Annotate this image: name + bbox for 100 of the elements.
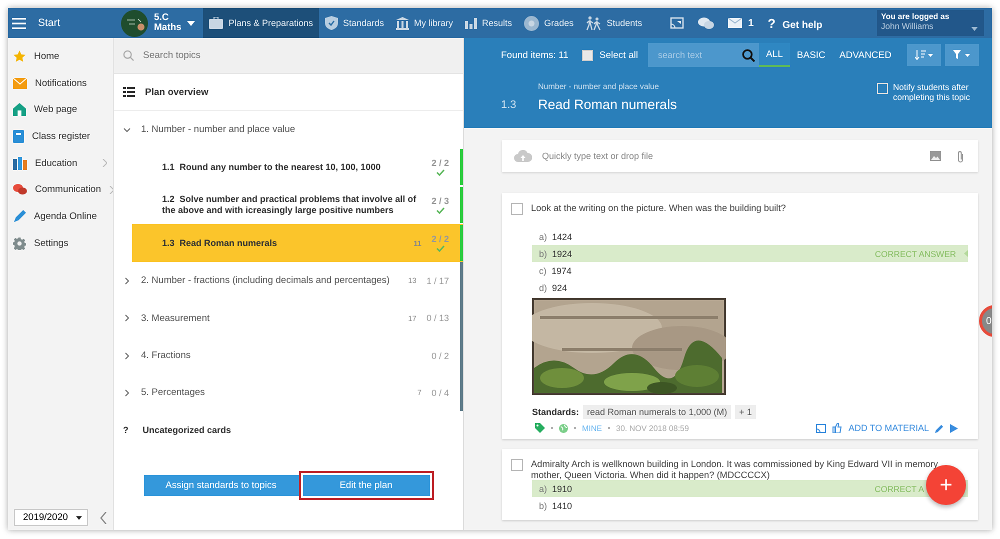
- topic-number: 1.3: [501, 99, 518, 111]
- caret-icon: [76, 516, 82, 520]
- correct-answer-row: b) 1924 CORRECT ANSWER: [532, 245, 968, 262]
- checkbox[interactable]: [511, 203, 523, 215]
- select-all-checkbox[interactable]: Select all: [582, 50, 638, 60]
- sidebar-item[interactable]: Agenda Online: [8, 203, 113, 230]
- filter-button[interactable]: [945, 44, 979, 66]
- subtopic-row[interactable]: 1.2 Solve number and practical problems that involve all of the above and with icreasingly large positive numbers 2 / 3: [132, 186, 463, 224]
- caret-left-icon: [964, 250, 968, 257]
- notify-checkbox[interactable]: Notify students after completing this topic: [877, 82, 979, 102]
- paperclip-icon[interactable]: [957, 150, 964, 162]
- nav-tab[interactable]: Standards: [319, 8, 390, 38]
- side-badge[interactable]: 0: [979, 305, 992, 337]
- checkbox[interactable]: [511, 459, 523, 471]
- gear-icon: [13, 236, 26, 250]
- sort-button[interactable]: [907, 44, 941, 66]
- topic-title: 2. Number - fractions (including decimals and percentages): [141, 275, 391, 286]
- answer-row-text: a) 1424: [538, 230, 574, 244]
- filter-tab[interactable]: BASIC: [790, 43, 832, 67]
- question-text: mother, Queen Victoria. When did it happen? (MDCCCCX): [531, 470, 771, 480]
- checkbox[interactable]: [582, 50, 594, 60]
- nav-tab[interactable]: Students: [580, 8, 648, 38]
- standard-tag[interactable]: read Roman numerals to 1,000 (M): [583, 405, 732, 419]
- topic-progress: 2 / 2: [431, 234, 449, 244]
- search-field[interactable]: Search topics: [114, 38, 463, 74]
- class-name: 5.C: [154, 13, 170, 23]
- messages-button[interactable]: 1: [728, 18, 754, 28]
- search-icon: [123, 50, 134, 61]
- funnel-icon: [953, 50, 971, 60]
- tag-icon: [535, 423, 545, 433]
- cloud-upload-icon: [514, 150, 532, 162]
- nav-tab[interactable]: Results: [459, 8, 518, 38]
- separator-dot: [551, 427, 553, 429]
- shield-icon: [325, 16, 338, 30]
- badge-icon: [524, 16, 540, 30]
- question-text: Look at the writing on the picture. When was the building built?: [531, 203, 786, 214]
- subtopic-title: 1.3 Read Roman numerals: [162, 238, 278, 249]
- quick-input-field[interactable]: Quickly type text or drop file: [502, 140, 978, 172]
- nav-tab[interactable]: Grades: [518, 8, 580, 38]
- caret-icon: [187, 20, 196, 26]
- chevron-right-icon[interactable]: [123, 314, 131, 322]
- walking-people-icon: [586, 16, 602, 30]
- menu-button[interactable]: Start: [8, 8, 113, 38]
- uncategorized-title[interactable]: Uncategorized cards: [142, 425, 232, 436]
- cast-icon[interactable]: [816, 424, 826, 432]
- sidebar-item[interactable]: Home: [8, 43, 113, 70]
- notebook-icon: [13, 130, 24, 143]
- globe-icon: [559, 424, 568, 432]
- subtopic-row[interactable]: 1.1 Round any number to the nearest 10, 100, 1000 2 / 2: [132, 148, 463, 186]
- topic-row[interactable]: 1. Number - number and place value: [114, 111, 463, 148]
- checkbox[interactable]: [877, 83, 888, 94]
- thumbs-up-icon[interactable]: [832, 423, 842, 433]
- sidebar-item[interactable]: Settings: [8, 230, 113, 256]
- subtopic-title: 1.2 Solve number and practical problems that involve all of the above and with icreasingly large positive numbers: [162, 194, 418, 216]
- chevron-right-icon[interactable]: [123, 352, 131, 360]
- nav-tab[interactable]: My library: [390, 8, 460, 38]
- collapse-icon[interactable]: [100, 512, 107, 524]
- chevron-right-icon[interactable]: [123, 276, 131, 285]
- pencil-icon[interactable]: [935, 424, 944, 432]
- help-link[interactable]: ? Get help: [768, 16, 822, 30]
- plan-overview-title[interactable]: Plan overview: [145, 86, 208, 98]
- chevron-down-icon[interactable]: [123, 126, 131, 134]
- standard-tag[interactable]: + 1: [735, 405, 756, 419]
- list-icon: [123, 87, 135, 97]
- topic-progress: 0 / 13: [426, 313, 449, 324]
- topic-progress: 2 / 3: [431, 196, 449, 206]
- books-icon: [13, 156, 27, 170]
- separator-dot: [608, 427, 610, 429]
- sort-icon: [915, 50, 933, 60]
- sidebar-item[interactable]: Education: [8, 150, 113, 176]
- standards-label: Standards:: [532, 407, 580, 417]
- image-icon[interactable]: [930, 151, 941, 161]
- class-selector[interactable]: 5.C Maths: [113, 8, 204, 38]
- nav-tab[interactable]: Plans & Preparations: [203, 8, 319, 38]
- sidebar-item[interactable]: Notifications: [8, 70, 113, 96]
- chat-bubbles-icon[interactable]: [698, 16, 714, 30]
- sidebar-item[interactable]: Class register: [8, 123, 113, 150]
- topic-progress: 2 / 2: [431, 158, 449, 168]
- chat-icon: [13, 183, 27, 196]
- year-select[interactable]: 2019/2020: [14, 509, 88, 526]
- topic-heading: Read Roman numerals: [538, 97, 677, 112]
- topic-progress: 1 / 17: [426, 276, 449, 286]
- answer-row-text: b) 1410: [538, 500, 574, 513]
- search-field[interactable]: search text: [648, 43, 759, 67]
- correct-answer-label: CORRECT A: [874, 484, 924, 494]
- filter-tab[interactable]: ALL: [758, 43, 790, 67]
- filter-tab[interactable]: ADVANCED: [832, 43, 898, 67]
- menu-icon: [12, 18, 26, 28]
- envelope-icon: [13, 78, 27, 89]
- play-icon[interactable]: [950, 424, 958, 432]
- separator-dot: [574, 427, 576, 429]
- subtopic-title: 1.1 Round any number to the nearest 10, 100, 1000: [162, 162, 382, 173]
- sidebar-item[interactable]: Web page: [8, 96, 113, 124]
- envelope-icon: [728, 18, 742, 28]
- chevron-right-icon[interactable]: [123, 388, 131, 397]
- user-menu[interactable]: You are logged as John Williams: [877, 10, 984, 36]
- parent-topic: Number - number and place value: [538, 82, 660, 91]
- sidebar-item[interactable]: Communication: [8, 176, 113, 204]
- topic-title: 1. Number - number and place value: [141, 124, 296, 136]
- found-count: Found items: 11: [501, 50, 568, 60]
